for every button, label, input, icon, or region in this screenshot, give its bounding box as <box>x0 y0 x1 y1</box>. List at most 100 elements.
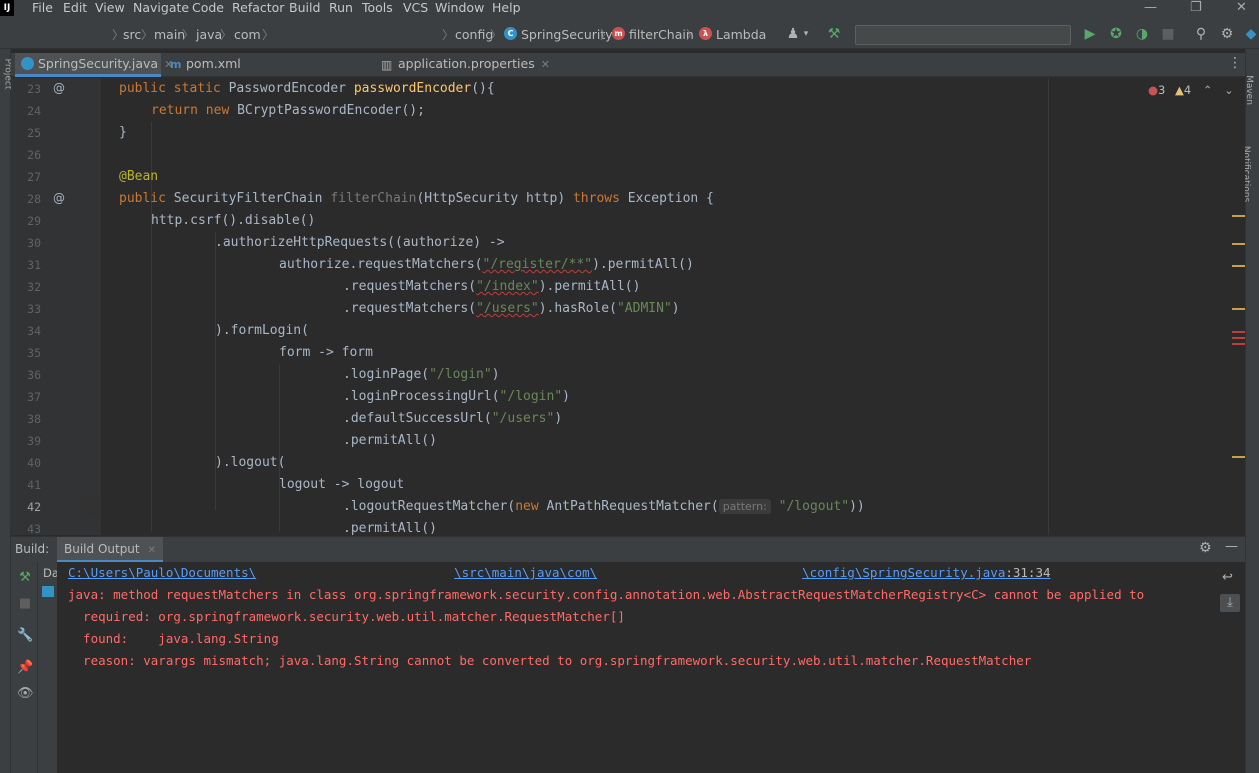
close-window-button[interactable]: ✕ <box>1236 0 1247 17</box>
line-number: 42 <box>27 500 41 514</box>
gear-icon[interactable]: ⚙ <box>1199 540 1212 556</box>
tab-label: Build Output <box>64 542 140 556</box>
navigation-bar: 〉 src 〉 main 〉 java 〉 com 〉 〉 config 〉 C… <box>0 17 1259 49</box>
line-number: 23 <box>27 82 41 96</box>
chevron-right-icon: 〉 <box>686 28 699 42</box>
search-icon[interactable]: ⚲ <box>1192 25 1210 43</box>
override-icon[interactable]: @ <box>53 81 65 95</box>
restore-button[interactable]: ❐ <box>1190 0 1202 17</box>
warning-marker[interactable] <box>1232 456 1245 458</box>
menu-bar: IJ File Edit View Navigate Code Refactor… <box>0 0 1259 17</box>
breadcrumb-java[interactable]: java <box>196 27 222 42</box>
minimize-button[interactable]: — <box>1144 0 1157 17</box>
breadcrumb-com[interactable]: com <box>234 27 261 42</box>
line-number: 33 <box>27 302 41 316</box>
code-editor[interactable]: public static PasswordEncoder passwordEn… <box>101 78 1245 535</box>
plugin-icon[interactable]: ◆ <box>1242 25 1259 43</box>
class-icon <box>21 57 34 70</box>
wrench-icon[interactable]: 🔧 <box>17 628 33 644</box>
warning-marker[interactable] <box>1232 243 1245 245</box>
menu-code[interactable]: Code <box>192 0 224 17</box>
pin-icon[interactable]: 📌 <box>17 660 33 676</box>
maven-tool-button[interactable]: Maven <box>1244 75 1254 105</box>
scroll-to-end-icon[interactable]: ⤓ <box>1220 594 1240 612</box>
line-number: 34 <box>27 324 41 338</box>
chevron-up-icon[interactable]: ⌃ <box>1203 83 1213 97</box>
run-icon[interactable]: ▶ <box>1081 25 1099 43</box>
override-icon[interactable]: @ <box>53 191 65 205</box>
tab-label: application.properties <box>398 56 535 71</box>
code-line-36: .loginPage("/login") <box>343 367 500 382</box>
inspection-widget[interactable]: ●3 ▲4 ⌃ ⌄ <box>1148 83 1234 97</box>
code-line-43: .permitAll() <box>343 521 437 535</box>
chevron-right-icon: 〉 <box>490 28 503 42</box>
menu-view[interactable]: View <box>95 0 125 17</box>
method-icon: m <box>612 27 625 40</box>
code-line-33: .requestMatchers("/users").hasRole("ADMI… <box>343 301 680 316</box>
menu-edit[interactable]: Edit <box>63 0 87 17</box>
menu-run[interactable]: Run <box>329 0 353 17</box>
coverage-icon[interactable]: ◑ <box>1133 25 1151 43</box>
menu-build[interactable]: Build <box>289 0 320 17</box>
error-file-link[interactable]: C:\Users\Paulo\Documents\ \src\main\java\… <box>68 562 1051 584</box>
code-line-23: public static PasswordEncoder passwordEn… <box>119 81 495 96</box>
tab-build-output[interactable]: Build Output ✕ <box>57 537 163 563</box>
menu-refactor[interactable]: Refactor <box>232 0 284 17</box>
warning-marker[interactable] <box>1232 308 1245 310</box>
tab-springsecurity[interactable]: SpringSecurity.java ✕ <box>15 53 173 77</box>
menu-vcs[interactable]: VCS <box>403 0 428 17</box>
intellij-logo: IJ <box>0 0 14 16</box>
tab-label: SpringSecurity.java <box>38 56 159 71</box>
error-required: required: org.springframework.security.w… <box>68 609 625 624</box>
hammer-icon[interactable]: ⚒ <box>825 25 843 43</box>
maven-icon: m <box>170 58 182 71</box>
build-tree: Da <box>38 562 58 773</box>
code-line-39: .permitAll() <box>343 433 437 448</box>
more-tabs-icon[interactable]: ⋮ <box>1228 55 1242 71</box>
build-output-console[interactable]: C:\Users\Paulo\Documents\ \src\main\java\… <box>58 562 1216 773</box>
menu-file[interactable]: File <box>32 0 53 17</box>
line-number: 35 <box>27 346 41 360</box>
close-icon[interactable]: ✕ <box>147 545 155 556</box>
tab-label: pom.xml <box>186 56 241 71</box>
chevron-down-icon[interactable]: ⌄ <box>1224 83 1234 97</box>
menu-navigate[interactable]: Navigate <box>133 0 189 17</box>
breadcrumb-src[interactable]: src <box>123 27 141 42</box>
stop-icon[interactable]: ■ <box>1159 25 1177 43</box>
error-marker[interactable] <box>1232 343 1245 345</box>
run-configuration-selector[interactable] <box>855 25 1071 45</box>
build-output-actions: ↩ ⤓ <box>1216 562 1245 773</box>
menu-tools[interactable]: Tools <box>362 0 393 17</box>
line-number: 39 <box>27 434 41 448</box>
breadcrumb-filterchain[interactable]: filterChain <box>629 27 694 42</box>
code-line-29: http.csrf().disable() <box>151 213 316 228</box>
menu-window[interactable]: Window <box>435 0 484 17</box>
build-tree-item[interactable]: Da <box>43 566 57 580</box>
chevron-down-icon[interactable]: ▾ <box>797 25 815 43</box>
soft-wrap-icon[interactable]: ↩ <box>1222 570 1233 585</box>
hide-panel-icon[interactable]: — <box>1225 539 1238 554</box>
breadcrumb-lambda[interactable]: Lambda <box>716 27 766 42</box>
warning-marker[interactable] <box>1232 215 1245 217</box>
editor-gutter: 23 @24 25 26 27 28 @29 30 31 32 33 34 35 36 37 38 39 40 41… <box>11 78 101 536</box>
breadcrumb-main[interactable]: main <box>154 27 185 42</box>
error-marker[interactable] <box>1232 337 1245 339</box>
line-number: 41 <box>27 478 41 492</box>
stop-icon[interactable]: ■ <box>17 596 33 612</box>
debug-icon[interactable]: ✪ <box>1107 25 1125 43</box>
breadcrumb-springsecurity[interactable]: SpringSecurity <box>521 27 613 42</box>
warning-marker[interactable] <box>1232 265 1245 267</box>
breadcrumb-config[interactable]: config <box>455 27 493 42</box>
menu-help[interactable]: Help <box>492 0 521 17</box>
tab-pom-xml[interactable]: m pom.xml <box>163 53 273 77</box>
error-marker[interactable] <box>1232 331 1245 333</box>
code-line-28: public SecurityFilterChain filterChain(H… <box>119 191 714 206</box>
tab-application-properties[interactable]: ▥ application.properties ✕ <box>375 53 550 77</box>
eye-icon[interactable]: 👁 <box>17 686 34 702</box>
close-icon[interactable]: ✕ <box>541 58 550 71</box>
warning-icon: ▲ <box>1175 83 1184 97</box>
gear-icon[interactable]: ⚙ <box>1218 25 1236 43</box>
hammer-icon[interactable]: ⚒ <box>17 570 33 586</box>
code-line-35: form -> form <box>279 345 373 360</box>
module-icon <box>42 586 54 597</box>
